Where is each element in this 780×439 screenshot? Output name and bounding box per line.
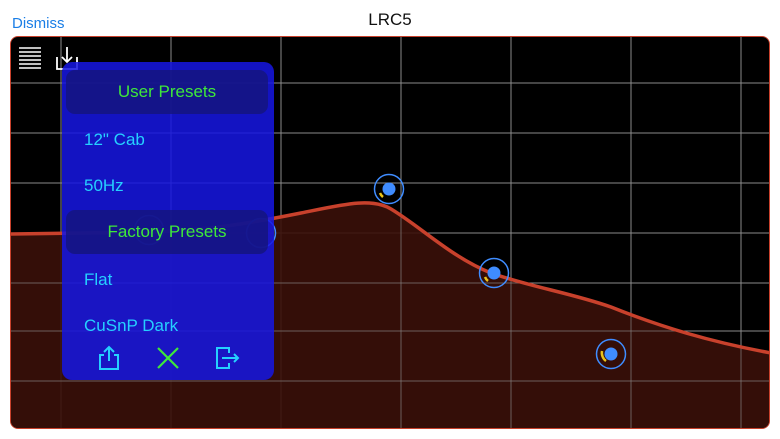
list-icon[interactable] [17, 45, 43, 71]
presets-menu: User Presets 12" Cab 50Hz Factory Preset… [62, 62, 274, 380]
share-icon[interactable] [95, 344, 123, 372]
band-knob-1[interactable] [373, 173, 405, 205]
preset-item-12-cab[interactable]: 12" Cab [84, 130, 145, 150]
close-icon[interactable] [154, 344, 182, 372]
export-icon[interactable] [213, 344, 241, 372]
page-title: LRC5 [368, 10, 412, 29]
preset-item-flat[interactable]: Flat [84, 270, 112, 290]
factory-presets-header: Factory Presets [66, 210, 268, 254]
user-presets-header: User Presets [66, 70, 268, 114]
preset-item-cusnp-dark[interactable]: CuSnP Dark [84, 316, 178, 336]
preset-item-50hz[interactable]: 50Hz [84, 176, 124, 196]
